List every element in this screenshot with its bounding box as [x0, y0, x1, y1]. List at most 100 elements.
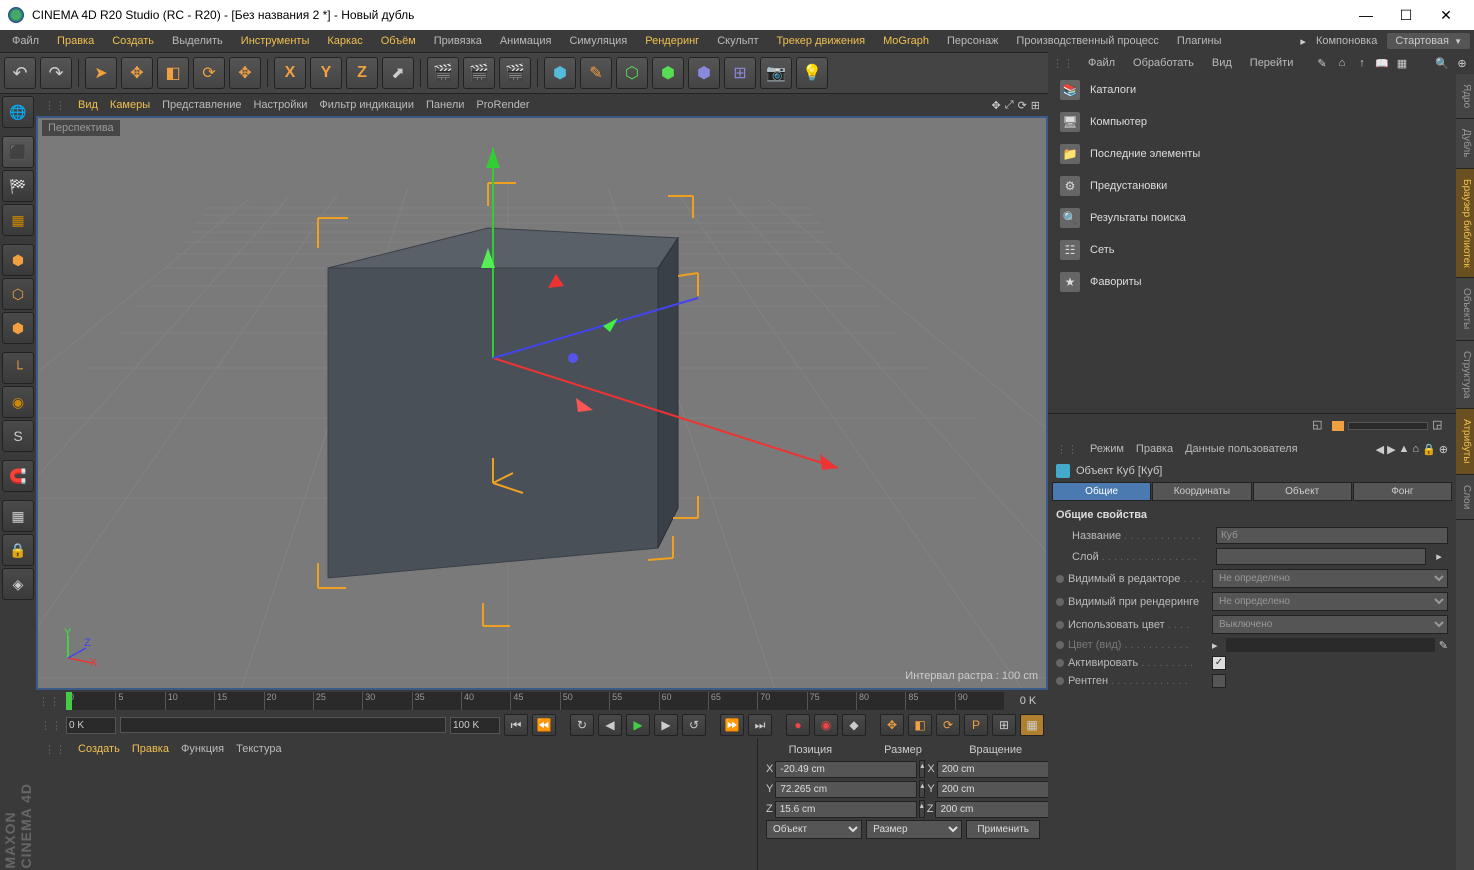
dock-tab-browser[interactable]: Браузер библиотек: [1456, 169, 1474, 279]
coord-pos-input[interactable]: [775, 761, 917, 778]
goto-next-key-button[interactable]: ⏩: [720, 714, 744, 736]
snap-button[interactable]: 🧲: [2, 460, 34, 492]
menu-tools[interactable]: Инструменты: [233, 32, 318, 50]
dock-tab-core[interactable]: Ядро: [1456, 74, 1474, 119]
attr-color-swatch[interactable]: [1226, 638, 1435, 652]
layer-dropdown-icon[interactable]: ▸: [1430, 550, 1448, 563]
goto-prev-key-button[interactable]: ⏪: [532, 714, 556, 736]
timeline-end-input[interactable]: [450, 717, 500, 734]
zoom-in-icon[interactable]: ◲: [1432, 418, 1448, 434]
viewport-cube-object[interactable]: [38, 118, 1046, 688]
mat-menu-function[interactable]: Функция: [181, 743, 224, 755]
menu-volume[interactable]: Объём: [373, 32, 424, 50]
om-category-icon[interactable]: ▦: [1394, 55, 1410, 71]
key-param-button[interactable]: P: [964, 714, 988, 736]
play-button[interactable]: ▶: [626, 714, 650, 736]
zoom-out-icon[interactable]: ◱: [1312, 418, 1328, 434]
coord-apply-button[interactable]: Применить: [966, 820, 1040, 839]
key-scale-button[interactable]: ◧: [908, 714, 932, 736]
browser-item[interactable]: ☷Сеть: [1048, 234, 1456, 266]
dock-tab-take[interactable]: Дубль: [1456, 119, 1474, 168]
coord-object-mode[interactable]: Объект: [766, 820, 862, 839]
menu-pipeline[interactable]: Производственный процесс: [1008, 32, 1166, 50]
minimize-button[interactable]: —: [1346, 0, 1386, 30]
timeline-start-input[interactable]: [66, 717, 116, 734]
align-workplane-button[interactable]: ◈: [2, 568, 34, 600]
attr-new-icon[interactable]: ⊕: [1439, 443, 1448, 456]
browser-item[interactable]: 📚Каталоги: [1048, 74, 1456, 106]
maximize-button[interactable]: ☐: [1386, 0, 1426, 30]
key-pos-button[interactable]: ✥: [880, 714, 904, 736]
mat-menu-create[interactable]: Создать: [78, 743, 120, 755]
mat-menu-edit[interactable]: Правка: [132, 743, 169, 755]
polygon-mode-button[interactable]: ⬢: [2, 312, 34, 344]
attr-up-icon[interactable]: ▲: [1399, 443, 1410, 456]
model-mode-button[interactable]: ⬛: [2, 136, 34, 168]
key-options-button[interactable]: ▦: [1020, 714, 1044, 736]
layout-dropdown[interactable]: Стартовая ▼: [1387, 33, 1470, 49]
om-menu-edit[interactable]: Обработать: [1129, 55, 1198, 71]
play-backward-button[interactable]: ↻: [570, 714, 594, 736]
attr-back-icon[interactable]: ◀: [1376, 443, 1384, 456]
dock-tab-structure[interactable]: Структура: [1456, 341, 1474, 409]
attr-tab-phong[interactable]: Фонг: [1353, 482, 1452, 501]
vp-maximize-icon[interactable]: ⊞: [1031, 99, 1040, 112]
goto-end-button[interactable]: ⏭: [748, 714, 772, 736]
attr-anim-dot[interactable]: [1056, 575, 1064, 583]
menu-edit[interactable]: Правка: [49, 32, 102, 50]
coord-pos-input[interactable]: [775, 781, 917, 798]
autokey-button[interactable]: ◉: [814, 714, 838, 736]
key-pla-button[interactable]: ⊞: [992, 714, 1016, 736]
timeline[interactable]: ⋮⋮ 0 5 10 15 20 25 30 35 40 45 50 55 60 …: [36, 690, 1048, 712]
attr-visible-editor-select[interactable]: Не определено: [1212, 569, 1448, 588]
timeline-playhead[interactable]: [66, 692, 72, 710]
browser-item[interactable]: 🔍Результаты поиска: [1048, 202, 1456, 234]
step-back-button[interactable]: ◀: [598, 714, 622, 736]
om-menu-file[interactable]: Файл: [1084, 55, 1119, 71]
attr-anim-dot[interactable]: [1056, 598, 1064, 606]
attr-use-color-select[interactable]: Выключено: [1212, 615, 1448, 634]
vp-menu-display[interactable]: Представление: [162, 99, 241, 111]
attr-visible-render-select[interactable]: Не определено: [1212, 592, 1448, 611]
timeline-range-slider[interactable]: [120, 717, 446, 733]
om-filter-icon[interactable]: ⊕: [1454, 55, 1470, 71]
menu-snap[interactable]: Привязка: [426, 32, 490, 50]
attr-menu-mode[interactable]: Режим: [1090, 443, 1124, 455]
browser-item[interactable]: ★Фавориты: [1048, 266, 1456, 298]
attr-tab-object[interactable]: Объект: [1253, 482, 1352, 501]
close-button[interactable]: ✕: [1426, 0, 1466, 30]
browser-item[interactable]: 🖥Компьютер: [1048, 106, 1456, 138]
attr-menu-edit[interactable]: Правка: [1136, 443, 1173, 455]
attr-anim-dot[interactable]: [1056, 677, 1064, 685]
vp-rotate-icon[interactable]: ⟳: [1018, 99, 1027, 112]
key-rot-button[interactable]: ⟳: [936, 714, 960, 736]
menu-sculpt[interactable]: Скульпт: [709, 32, 766, 50]
attr-anim-dot[interactable]: [1056, 641, 1064, 649]
edge-mode-button[interactable]: ⬡: [2, 278, 34, 310]
point-mode-button[interactable]: ⬢: [2, 244, 34, 276]
attr-layer-input[interactable]: [1216, 548, 1426, 565]
menu-mesh[interactable]: Каркас: [319, 32, 370, 50]
attr-anim-dot[interactable]: [1056, 621, 1064, 629]
om-up-icon[interactable]: ↑: [1354, 55, 1370, 71]
om-edit-icon[interactable]: ✎: [1314, 55, 1330, 71]
menu-character[interactable]: Персонаж: [939, 32, 1006, 50]
coord-size-mode[interactable]: Размер: [866, 820, 962, 839]
color-picker-icon[interactable]: ✎: [1439, 639, 1448, 652]
menu-simulation[interactable]: Симуляция: [561, 32, 635, 50]
attr-anim-dot[interactable]: [1056, 659, 1064, 667]
menu-create[interactable]: Создать: [104, 32, 162, 50]
workplane-mode-button[interactable]: ▦: [2, 204, 34, 236]
spinner[interactable]: ▴: [919, 760, 925, 778]
vp-menu-panel[interactable]: Панели: [426, 99, 464, 111]
dock-tab-layers[interactable]: Слои: [1456, 475, 1474, 520]
goto-start-button[interactable]: ⏮: [504, 714, 528, 736]
viewport-tweak-button[interactable]: S: [2, 420, 34, 452]
menu-tracker[interactable]: Трекер движения: [769, 32, 874, 50]
attr-tab-coord[interactable]: Координаты: [1152, 482, 1251, 501]
menu-animation[interactable]: Анимация: [492, 32, 560, 50]
menu-render[interactable]: Рендеринг: [637, 32, 707, 50]
attr-name-input[interactable]: [1216, 527, 1448, 544]
make-editable-button[interactable]: 🌐: [2, 96, 34, 128]
mat-menu-texture[interactable]: Текстура: [236, 743, 281, 755]
